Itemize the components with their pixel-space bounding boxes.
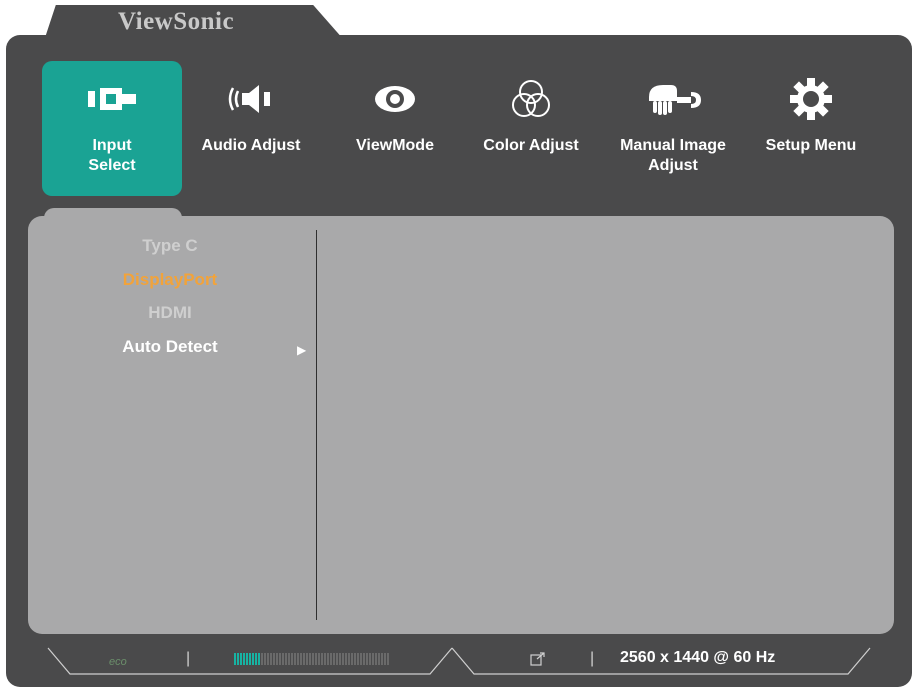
level-meter-segment	[327, 653, 329, 665]
panel-divider	[316, 230, 317, 620]
menu-label-audio-adjust: Audio Adjust	[201, 137, 301, 154]
level-meter-segment	[321, 653, 323, 665]
option-type-c[interactable]: Type C	[60, 236, 280, 256]
option-hdmi[interactable]: HDMI	[60, 303, 280, 323]
level-meter-segment	[279, 653, 281, 665]
level-meter-segment	[369, 653, 371, 665]
level-meter-segment	[240, 653, 242, 665]
level-meter-segment	[270, 653, 272, 665]
level-meter-segment	[261, 653, 263, 665]
eco-mode-label: eco	[109, 656, 127, 668]
level-meter-segment	[336, 653, 338, 665]
level-meter-segment	[384, 653, 386, 665]
level-meter-segment	[363, 653, 365, 665]
menu-manual-image-adjust[interactable]: Manual Image Adjust	[604, 61, 742, 196]
level-meter-segment	[312, 653, 314, 665]
menu-label-color-adjust: Color Adjust	[483, 137, 579, 154]
level-meter-segment	[375, 653, 377, 665]
level-meter-segment	[351, 653, 353, 665]
level-meter-segment	[378, 653, 380, 665]
gear-icon	[748, 77, 874, 121]
level-meter-segment	[339, 653, 341, 665]
eye-icon	[326, 77, 464, 121]
level-meter-segment	[243, 653, 245, 665]
level-meter-segment	[246, 653, 248, 665]
option-auto-detect[interactable]: Auto Detect	[60, 337, 280, 357]
menu-label-manual-image-adjust: Manual Image Adjust	[620, 137, 726, 174]
level-meter-segment	[288, 653, 290, 665]
menu-setup-menu[interactable]: Setup Menu	[748, 61, 874, 196]
level-meter-segment	[315, 653, 317, 665]
menu-audio-adjust[interactable]: Audio Adjust	[184, 61, 318, 196]
submenu-arrow-icon: ▶	[297, 343, 307, 357]
level-meter-segment	[318, 653, 320, 665]
level-meter-segment	[282, 653, 284, 665]
level-meter-segment	[342, 653, 344, 665]
level-meter-segment	[297, 653, 299, 665]
menu-input-select[interactable]: Input Select	[42, 61, 182, 196]
level-meter-segment	[255, 653, 257, 665]
status-separator: |	[186, 650, 191, 667]
level-meter-segment	[366, 653, 368, 665]
level-meter-segment	[252, 653, 254, 665]
level-meter-segment	[234, 653, 236, 665]
menu-viewmode[interactable]: ViewMode	[326, 61, 464, 196]
level-meter-segment	[285, 653, 287, 665]
level-meter	[234, 653, 389, 665]
level-meter-segment	[273, 653, 275, 665]
level-meter-segment	[360, 653, 362, 665]
level-meter-segment	[249, 653, 251, 665]
menu-label-input-select: Input Select	[88, 137, 136, 174]
level-meter-segment	[267, 653, 269, 665]
input-select-icon	[42, 77, 182, 121]
level-meter-segment	[333, 653, 335, 665]
level-meter-segment	[300, 653, 302, 665]
level-meter-segment	[303, 653, 305, 665]
level-meter-segment	[357, 653, 359, 665]
level-meter-segment	[276, 653, 278, 665]
status-separator-2: |	[590, 650, 595, 667]
level-meter-segment	[348, 653, 350, 665]
level-meter-segment	[264, 653, 266, 665]
level-meter-segment	[387, 653, 389, 665]
menu-label-setup-menu: Setup Menu	[765, 137, 857, 154]
level-meter-segment	[294, 653, 296, 665]
level-meter-segment	[372, 653, 374, 665]
level-meter-segment	[381, 653, 383, 665]
menu-color-adjust[interactable]: Color Adjust	[466, 61, 596, 196]
level-meter-segment	[306, 653, 308, 665]
speaker-icon	[184, 77, 318, 121]
option-displayport[interactable]: DisplayPort	[60, 270, 280, 290]
menu-label-viewmode: ViewMode	[356, 137, 434, 154]
level-meter-segment	[330, 653, 332, 665]
level-meter-segment	[291, 653, 293, 665]
level-meter-segment	[309, 653, 311, 665]
level-meter-segment	[345, 653, 347, 665]
level-meter-segment	[237, 653, 239, 665]
external-link-icon	[530, 652, 546, 671]
level-meter-segment	[324, 653, 326, 665]
brand-logo: ViewSonic	[118, 8, 235, 35]
hand-wrench-icon	[604, 77, 742, 121]
level-meter-segment	[354, 653, 356, 665]
color-circles-icon	[466, 77, 596, 121]
resolution-readout: 2560 x 1440 @ 60 Hz	[620, 649, 776, 666]
level-meter-segment	[258, 653, 260, 665]
